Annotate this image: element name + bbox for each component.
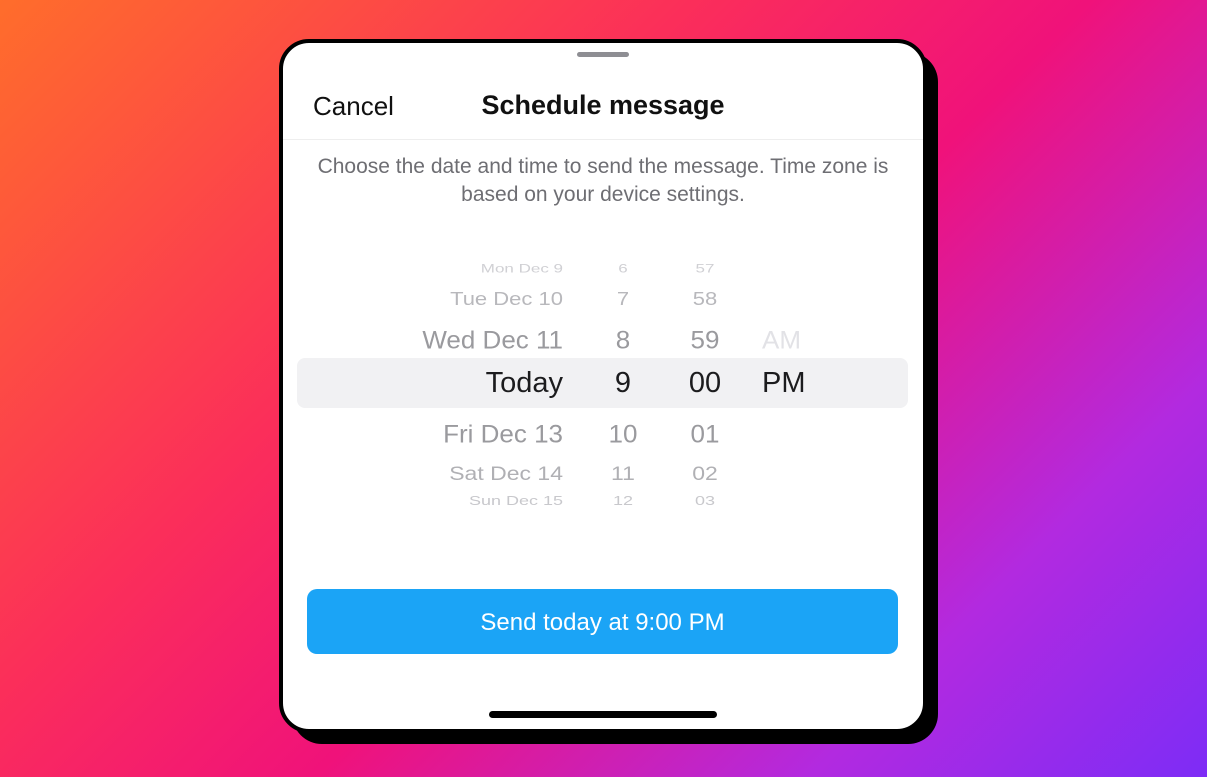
picker-minute[interactable]: 01 xyxy=(665,415,745,453)
picker-date[interactable]: Fri Dec 13 xyxy=(443,415,563,453)
picker-hour[interactable]: 12 xyxy=(583,487,663,515)
sheet-grabber[interactable] xyxy=(577,52,629,57)
home-indicator xyxy=(489,711,717,718)
picker-minute[interactable]: 59 xyxy=(665,321,745,359)
send-button[interactable]: Send today at 9:00 PM xyxy=(307,589,898,654)
picker-row[interactable]: Wed Dec 11 8 59 AM xyxy=(283,320,923,360)
picker-row[interactable]: Fri Dec 13 10 01 xyxy=(283,414,923,454)
picker-date[interactable]: Sun Dec 15 xyxy=(469,487,563,515)
header-divider xyxy=(283,139,923,140)
picker-date[interactable]: Tue Dec 10 xyxy=(450,282,563,316)
schedule-message-sheet: Cancel Schedule message Choose the date … xyxy=(279,39,927,733)
picker-row[interactable]: Sun Dec 15 12 03 xyxy=(283,481,923,521)
picker-minute[interactable]: 58 xyxy=(665,282,745,316)
picker-hour[interactable]: 10 xyxy=(583,415,663,453)
picker-minute[interactable]: 00 xyxy=(665,363,745,403)
picker-ampm[interactable]: AM xyxy=(762,321,801,359)
picker-minute[interactable]: 03 xyxy=(665,487,745,515)
picker-ampm[interactable]: PM xyxy=(762,363,806,403)
picker-row-selected[interactable]: Today 9 00 PM xyxy=(283,363,923,403)
picker-hour[interactable]: 9 xyxy=(583,363,663,403)
picker-date[interactable]: Wed Dec 11 xyxy=(422,321,563,359)
picker-hour[interactable]: 7 xyxy=(583,282,663,316)
picker-hour[interactable]: 8 xyxy=(583,321,663,359)
picker-date[interactable]: Today xyxy=(486,363,563,403)
page-title: Schedule message xyxy=(481,90,725,120)
description-text: Choose the date and time to send the mes… xyxy=(317,155,889,206)
picker-row[interactable]: Tue Dec 10 7 58 xyxy=(283,279,923,319)
